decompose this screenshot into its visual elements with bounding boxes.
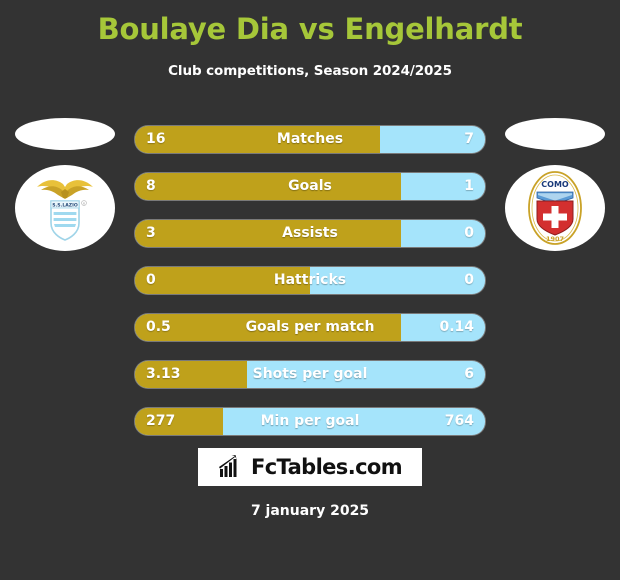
ss-lazio-crest-icon: S.S.LAZIO R — [37, 180, 93, 241]
stat-label: Assists — [282, 225, 338, 241]
stat-comparison-list: 16 Matches 7 8 Goals 1 3 Assists 0 0 Hat… — [135, 126, 485, 455]
fctables-logo[interactable]: FcTables.com — [198, 448, 422, 486]
away-value: 7 — [464, 131, 474, 147]
away-value: 764 — [444, 413, 474, 429]
stat-row-hattricks: 0 Hattricks 0 — [135, 267, 485, 294]
away-value: 0.14 — [439, 319, 474, 335]
stat-row-matches: 16 Matches 7 — [135, 126, 485, 153]
stat-label: Matches — [276, 131, 344, 147]
away-placeholder-ellipse — [505, 118, 605, 150]
footer-date: 7 january 2025 — [250, 503, 370, 519]
away-value: 0 — [464, 272, 474, 288]
page-subtitle: Club competitions, Season 2024/2025 — [168, 63, 452, 79]
bar-chart-arrow-icon — [218, 455, 237, 477]
stat-row-goals: 8 Goals 1 — [135, 173, 485, 200]
como-1907-crest-icon: COMO 1907 — [528, 171, 582, 245]
away-value: 0 — [464, 225, 474, 241]
stat-row-assists: 3 Assists 0 — [135, 220, 485, 247]
home-placeholder-ellipse — [15, 118, 115, 150]
home-team-crest-column: S.S.LAZIO R — [6, 118, 124, 258]
stat-row-goals-per-match: 0.5 Goals per match 0.14 — [135, 314, 485, 341]
svg-text:R: R — [83, 202, 85, 206]
stat-label: Hattricks — [273, 272, 347, 288]
svg-text:1907: 1907 — [546, 235, 564, 243]
away-team-crest-column: COMO 1907 — [496, 118, 614, 258]
stat-label: Goals per match — [245, 319, 375, 335]
stat-label: Goals — [288, 178, 332, 194]
stat-row-shots-per-goal: 3.13 Shots per goal 6 — [135, 361, 485, 388]
stat-label: Min per goal — [260, 413, 360, 429]
away-value: 6 — [464, 366, 474, 382]
stat-label: Shots per goal — [252, 366, 368, 382]
page-title: Boulaye Dia vs Engelhardt — [97, 12, 523, 46]
away-value: 1 — [464, 178, 474, 194]
infographic-page: Boulaye Dia vs Engelhardt Club competiti… — [0, 0, 620, 580]
away-team-crest: COMO 1907 — [505, 165, 605, 251]
svg-text:S.S.LAZIO: S.S.LAZIO — [52, 203, 78, 209]
fctables-logo-text: FcTables.com — [250, 455, 403, 479]
stat-row-min-per-goal: 277 Min per goal 764 — [135, 408, 485, 435]
svg-text:COMO: COMO — [541, 180, 569, 189]
home-team-crest: S.S.LAZIO R — [15, 165, 115, 251]
